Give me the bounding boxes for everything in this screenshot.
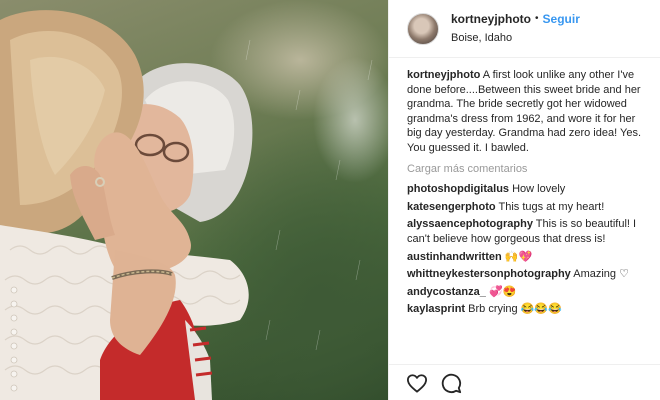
comment-bubble-icon[interactable] <box>439 371 463 395</box>
comment-username[interactable]: whittneykestersonphotography <box>407 268 571 280</box>
caption: kortneyjphoto A first look unlike any ot… <box>407 68 651 156</box>
follow-button[interactable]: Seguir <box>543 11 580 27</box>
header-top-row: kortneyjphoto • Seguir <box>451 11 580 27</box>
comment-text: Brb crying 😂😂😂 <box>468 303 562 316</box>
caption-username[interactable]: kortneyjphoto <box>407 69 480 81</box>
comments-section: kortneyjphoto A first look unlike any ot… <box>407 68 651 320</box>
comment-item: whittneykestersonphotography Amazing ♡ <box>407 267 651 282</box>
post-side-panel: kortneyjphoto • Seguir Boise, Idaho kort… <box>388 0 660 400</box>
comment-item: austinhandwritten 🙌💖 <box>407 250 651 265</box>
post-actions-bar <box>389 364 660 400</box>
load-more-comments[interactable]: Cargar más comentarios <box>407 162 651 177</box>
heart-icon[interactable] <box>405 371 429 395</box>
comment-username[interactable]: alyssaencephotography <box>407 218 533 230</box>
post-photo[interactable] <box>0 0 388 400</box>
username-link[interactable]: kortneyjphoto <box>451 11 531 27</box>
comment-username[interactable]: austinhandwritten <box>407 251 502 263</box>
comment-item: kaylasprint Brb crying 😂😂😂 <box>407 302 651 317</box>
comment-item: andycostanza_ 💞😍 <box>407 285 651 300</box>
comment-text: 💞😍 <box>488 285 517 298</box>
location-link[interactable]: Boise, Idaho <box>451 30 580 46</box>
comment-username[interactable]: photoshopdigitalus <box>407 183 509 195</box>
comment-username[interactable]: kaylasprint <box>407 303 465 315</box>
photo-illustration <box>0 10 373 400</box>
instagram-post: kortneyjphoto • Seguir Boise, Idaho kort… <box>0 0 660 400</box>
avatar[interactable] <box>407 12 439 45</box>
comment-username[interactable]: andycostanza_ <box>407 286 486 298</box>
comment-text: Amazing ♡ <box>573 268 629 281</box>
comment-item: photoshopdigitalus How lovely <box>407 182 651 197</box>
caption-text: A first look unlike any other I've done … <box>407 69 641 154</box>
comment-item: katesengerphoto This tugs at my heart! <box>407 200 651 215</box>
header-text: kortneyjphoto • Seguir Boise, Idaho <box>451 11 580 46</box>
post-header: kortneyjphoto • Seguir Boise, Idaho <box>389 0 660 58</box>
comment-item: alyssaencephotography This is so beautif… <box>407 217 651 246</box>
comment-username[interactable]: katesengerphoto <box>407 201 496 213</box>
comment-text: How lovely <box>512 183 566 196</box>
comment-text: This tugs at my heart! <box>498 200 605 213</box>
comment-text: 🙌💖 <box>504 250 533 263</box>
separator-dot: • <box>535 13 539 24</box>
